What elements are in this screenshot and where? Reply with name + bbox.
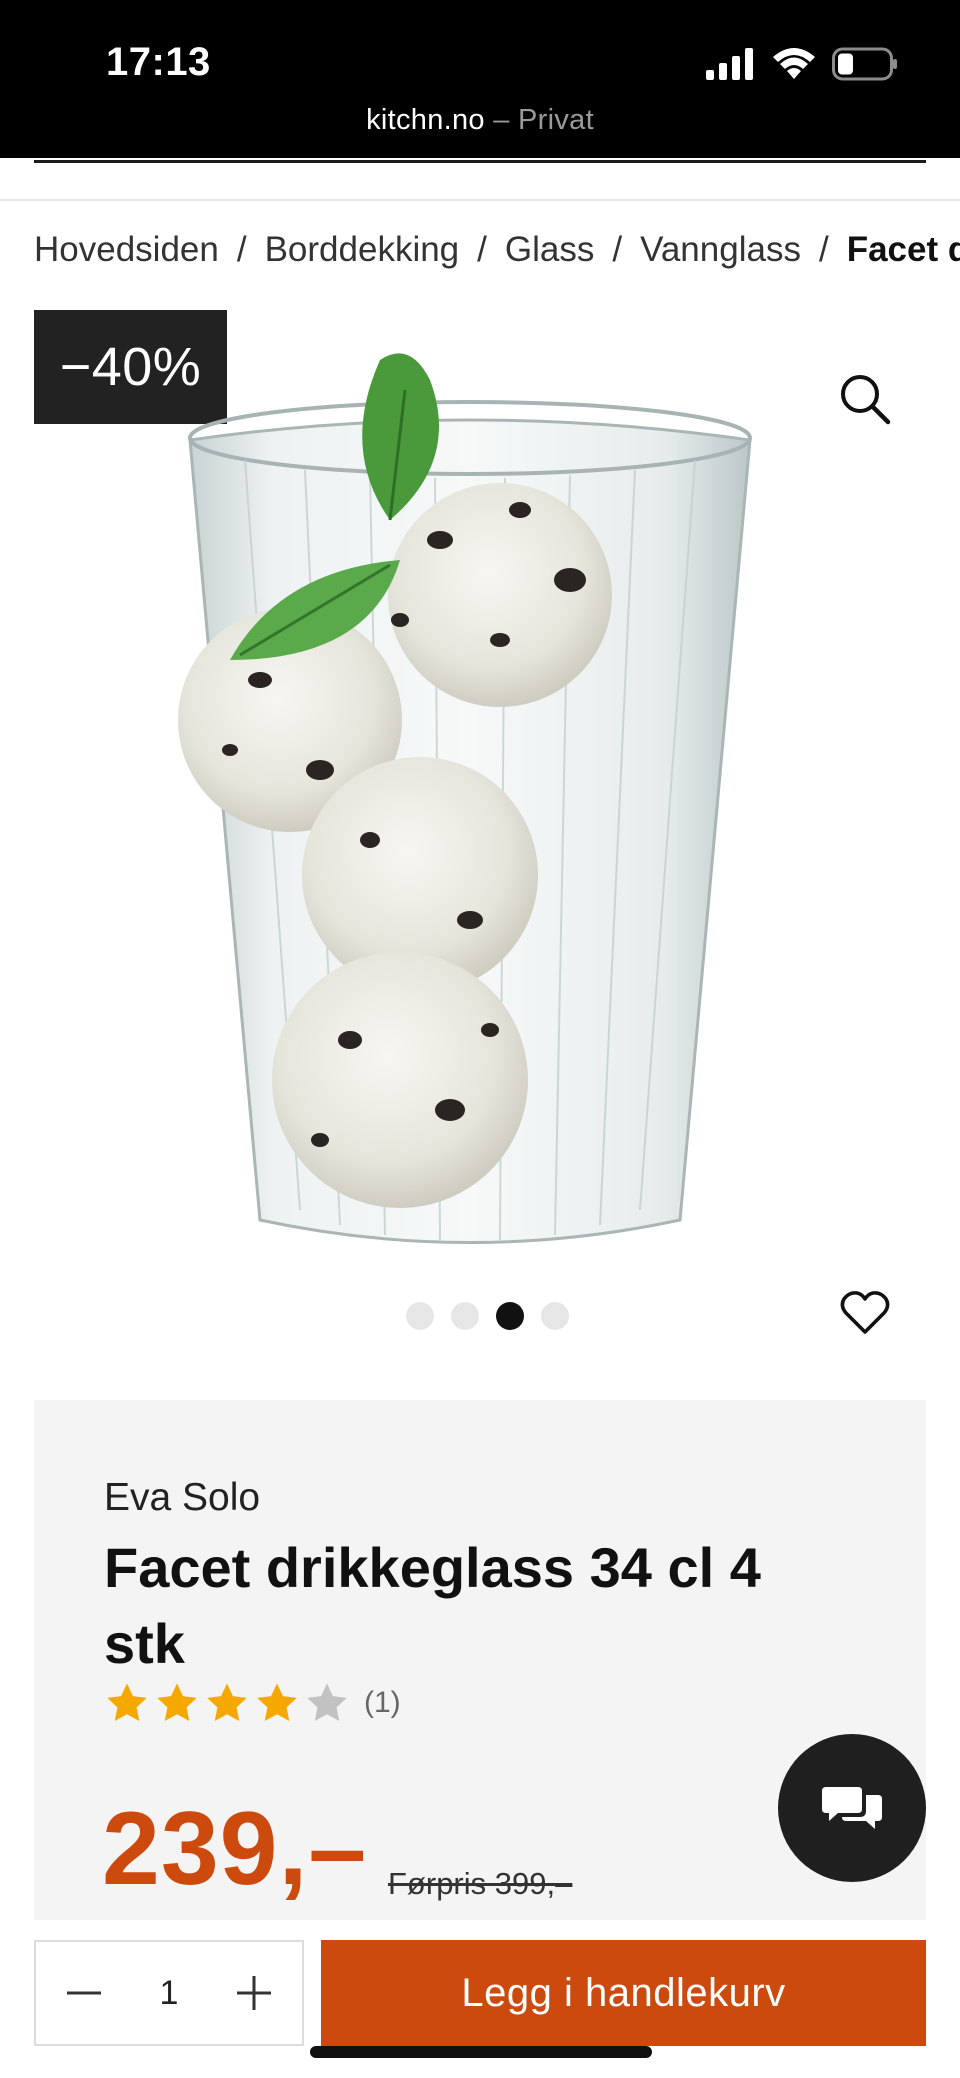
gallery-dot-1[interactable]: [405, 1302, 434, 1330]
breadcrumb-separator: /: [477, 230, 487, 269]
battery-icon: [832, 47, 897, 81]
product-gallery[interactable]: −40%: [0, 300, 960, 1360]
zoom-search-icon[interactable]: [836, 370, 894, 428]
url-text: kitchn.no: [366, 104, 485, 136]
breadcrumb-current: Facet drikkeglass 34 cl 4 stk: [846, 230, 960, 269]
status-icons: [706, 46, 898, 82]
cellular-signal-icon: [706, 48, 753, 80]
review-count: (1): [364, 1686, 401, 1719]
add-to-cart-button[interactable]: Legg i handlekurv: [321, 1940, 926, 2046]
breadcrumb-item-borddekking[interactable]: Borddekking: [265, 230, 460, 270]
breadcrumb: Hovedsiden / Borddekking / Glass / Vanng…: [34, 230, 960, 270]
star-filled-icon: [257, 1683, 297, 1722]
breadcrumb-item-hovedsiden[interactable]: Hovedsiden: [34, 230, 219, 270]
product-image[interactable]: [170, 320, 770, 1280]
product-rating[interactable]: (1): [104, 1680, 401, 1726]
star-filled-icon: [157, 1683, 197, 1722]
status-time: 17:13: [106, 40, 211, 84]
quantity-increase-button[interactable]: [206, 1942, 302, 2044]
browsing-mode: Privat: [518, 104, 594, 136]
product-old-price: Førpris 399,–: [388, 1866, 573, 1901]
quantity-decrease-button[interactable]: [36, 1942, 132, 2044]
gallery-pagination: [0, 1302, 960, 1330]
breadcrumb-item-vannglass[interactable]: Vannglass: [640, 230, 801, 270]
gallery-dot-2[interactable]: [450, 1302, 479, 1330]
product-page: 17:13 kitchn.no – Privat Hovedsiden / Bo…: [0, 0, 960, 2078]
product-title: Facet drikkeglass 34 cl 4 stk: [104, 1536, 761, 1675]
heart-wishlist-icon[interactable]: [840, 1288, 890, 1338]
header-divider: [34, 160, 926, 163]
product-price: 239,–: [102, 1791, 368, 1907]
header-bottom-border: [0, 199, 960, 201]
gallery-dot-3[interactable]: [495, 1302, 524, 1330]
url-bar[interactable]: kitchn.no – Privat: [0, 104, 960, 137]
breadcrumb-item-glass[interactable]: Glass: [505, 230, 594, 270]
home-indicator: [310, 2046, 652, 2058]
breadcrumb-separator: /: [612, 230, 623, 269]
plus-icon: [237, 1976, 271, 2010]
breadcrumb-separator: /: [818, 230, 829, 269]
gallery-dot-4[interactable]: [540, 1302, 569, 1330]
star-filled-icon: [207, 1683, 247, 1722]
wifi-icon: [773, 48, 815, 79]
star-filled-icon: [107, 1683, 147, 1722]
chat-button[interactable]: [778, 1734, 926, 1882]
minus-icon: [67, 1991, 101, 1995]
chat-bubbles-icon: [822, 1787, 882, 1829]
quantity-value[interactable]: 1: [132, 1974, 206, 2013]
product-brand[interactable]: Eva Solo: [104, 1476, 260, 1520]
quantity-stepper: 1: [34, 1940, 304, 2046]
url-separator: –: [493, 104, 510, 136]
breadcrumb-separator: /: [236, 230, 247, 269]
star-empty-icon: [307, 1683, 347, 1722]
status-bar: 17:13 kitchn.no – Privat: [0, 0, 960, 158]
